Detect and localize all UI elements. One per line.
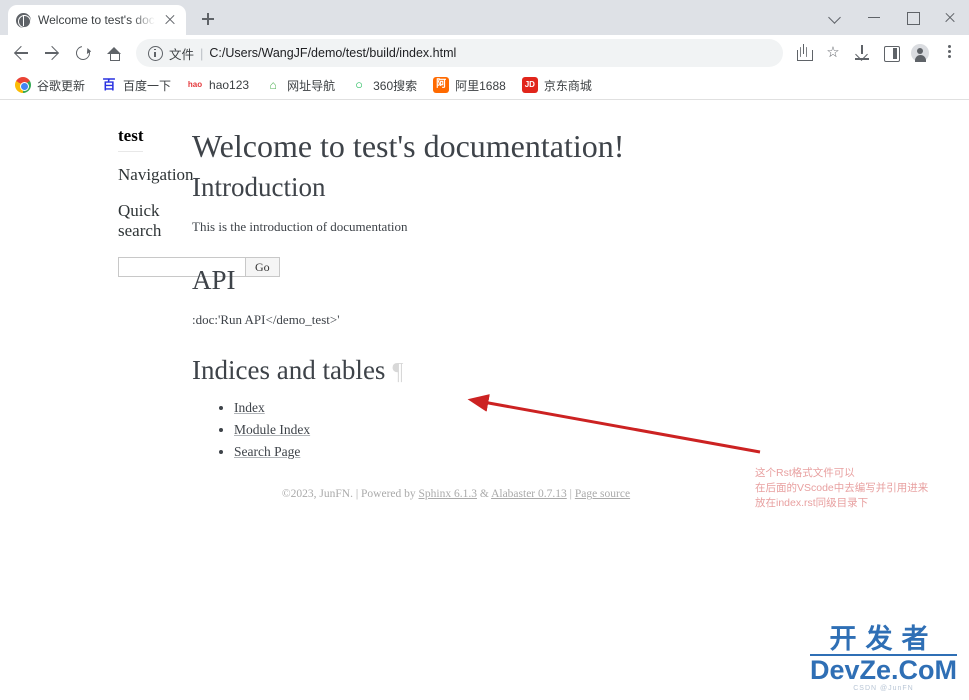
- browser-toolbar: 文件 | C:/Users/WangJF/demo/test/build/ind…: [0, 35, 969, 71]
- minimize-button[interactable]: [855, 0, 893, 35]
- page-footer: ©2023, JunFN. | Powered by Sphinx 6.1.3 …: [192, 488, 730, 500]
- home-button[interactable]: [99, 38, 129, 68]
- window-controls: [817, 0, 969, 35]
- list-item: Index: [234, 400, 730, 416]
- annotation-line-2: 在后面的VScode中去编写并引用进来: [755, 482, 929, 495]
- footer-link-page-source[interactable]: Page source: [575, 488, 630, 500]
- tab-title: Welcome to test's documenta: [38, 13, 155, 27]
- house-icon: ⌂: [265, 77, 282, 93]
- star-icon: ☆: [826, 44, 840, 61]
- info-circle-icon[interactable]: [148, 45, 163, 61]
- watermark-english-text: DevZe.CoM: [809, 655, 957, 686]
- browser-window: Welcome to test's documenta 文件 | C:/User…: [0, 0, 969, 700]
- bookmark-label: 阿里1688: [455, 78, 506, 93]
- document-content: Welcome to test's documentation! Introdu…: [190, 126, 790, 500]
- tab-close-icon[interactable]: [162, 12, 178, 28]
- list-item: Search Page: [234, 444, 730, 460]
- browser-tab[interactable]: Welcome to test's documenta: [8, 5, 186, 35]
- annotation-line-1: 这个Rst格式文件可以: [755, 467, 855, 479]
- reload-icon: [73, 43, 93, 63]
- bookmark-label: hao123: [209, 78, 250, 92]
- profile-button[interactable]: [906, 39, 934, 67]
- 360-icon: ○: [351, 77, 368, 93]
- bookmark-jd-mall[interactable]: JD 京东商城: [515, 74, 599, 97]
- bookmark-label: 360搜索: [373, 78, 418, 93]
- footer-link-sphinx[interactable]: Sphinx 6.1.3: [419, 488, 477, 500]
- download-icon-base: [855, 58, 869, 60]
- bookmark-label: 百度一下: [123, 78, 172, 93]
- hao123-icon: hao: [187, 77, 204, 93]
- address-separator: |: [200, 45, 204, 61]
- maximize-button[interactable]: [893, 0, 931, 35]
- chrome-menu-button[interactable]: [935, 39, 963, 67]
- api-paragraph: :doc:'Run API</demo_test>': [192, 311, 340, 327]
- indices-heading-text: Indices and tables: [192, 355, 386, 386]
- page-title: Welcome to test's documentation!: [192, 128, 625, 164]
- bookmark-baidu[interactable]: 百 百度一下: [94, 74, 178, 97]
- forward-button[interactable]: [37, 38, 67, 68]
- downloads-button[interactable]: [848, 39, 876, 67]
- reload-button[interactable]: [68, 38, 98, 68]
- watermark: 开发者 DevZe.CoM CSDN @JunFN: [809, 625, 957, 692]
- bookmark-360-search[interactable]: ○ 360搜索: [344, 74, 424, 97]
- alibaba-icon: 阿: [433, 77, 450, 93]
- page-viewport: test Navigation Quick search Go Welcome …: [0, 100, 969, 700]
- section-heading-api: API: [192, 264, 236, 295]
- sphinx-document: test Navigation Quick search Go Welcome …: [0, 100, 969, 500]
- bookmark-label: 谷歌更新: [37, 78, 86, 93]
- avatar-icon: [911, 44, 929, 62]
- jd-icon: JD: [521, 77, 538, 93]
- tab-strip: Welcome to test's documenta: [0, 0, 969, 35]
- watermark-chinese-text: 开发者: [809, 625, 957, 657]
- sidebar-quick-search-heading: Quick search: [118, 201, 162, 240]
- back-button[interactable]: [6, 38, 36, 68]
- bookmark-web-navigation[interactable]: ⌂ 网址导航: [258, 74, 342, 97]
- sidebar-navigation-heading: Navigation: [118, 165, 194, 184]
- sidebar-project-logo[interactable]: test: [118, 126, 144, 152]
- address-scheme-label: 文件: [169, 47, 195, 62]
- introduction-paragraph: This is the introduction of documentatio…: [192, 219, 408, 235]
- footer-copyright: ©2023, JunFN.: [281, 488, 353, 501]
- home-icon: [107, 47, 121, 61]
- quick-search-form: Go: [118, 257, 280, 277]
- address-url-text[interactable]: C:/Users/WangJF/demo/test/build/index.ht…: [209, 46, 771, 60]
- bookmark-alibaba-1688[interactable]: 阿 阿里1688: [426, 74, 513, 97]
- list-item: Module Index: [234, 422, 730, 438]
- watermark-subtext: CSDN @JunFN: [853, 685, 914, 692]
- link-module-index[interactable]: Module Index: [234, 422, 310, 437]
- tab-search-chevron-down-icon[interactable]: [817, 0, 855, 35]
- section-heading-introduction: Introduction: [192, 172, 326, 202]
- bookmarks-bar: 谷歌更新 百 百度一下 hao hao123 ⌂ 网址导航 ○ 360搜索 阿 …: [0, 71, 969, 100]
- link-search-page[interactable]: Search Page: [234, 444, 300, 459]
- footer-separator-1: | Powered by: [355, 488, 416, 501]
- chrome-icon: [15, 77, 31, 93]
- side-panel-button[interactable]: [877, 39, 905, 67]
- annotation-text: 这个Rst格式文件可以 在后面的VScode中去编写并引用进来 放在index.…: [755, 466, 928, 512]
- footer-ampersand: &: [479, 488, 489, 501]
- bookmark-label: 网址导航: [287, 78, 336, 93]
- new-tab-button[interactable]: [194, 5, 222, 33]
- footer-link-alabaster[interactable]: Alabaster 0.7.13: [491, 488, 567, 500]
- bookmark-button[interactable]: ☆: [819, 39, 847, 67]
- baidu-icon: 百: [101, 77, 118, 93]
- globe-icon: [16, 12, 31, 28]
- annotation-line-3: 放在index.rst同级目录下: [755, 497, 869, 510]
- window-close-button[interactable]: [931, 0, 969, 35]
- permalink-pilcrow-icon[interactable]: ¶: [392, 359, 403, 385]
- three-dot-menu-icon: [948, 45, 951, 48]
- bookmark-label: 京东商城: [543, 78, 592, 93]
- sphinx-sidebar: test Navigation Quick search Go: [0, 126, 280, 500]
- bookmark-hao123[interactable]: hao hao123: [180, 74, 256, 96]
- address-bar[interactable]: 文件 | C:/Users/WangJF/demo/test/build/ind…: [136, 39, 783, 67]
- footer-separator-2: |: [569, 488, 572, 501]
- section-heading-indices-and-tables: Indices and tables ¶: [192, 353, 730, 388]
- link-index[interactable]: Index: [234, 400, 265, 415]
- bookmark-google-update[interactable]: 谷歌更新: [8, 74, 92, 97]
- indices-link-list: Index Module Index Search Page: [192, 400, 730, 460]
- share-button[interactable]: [790, 39, 818, 67]
